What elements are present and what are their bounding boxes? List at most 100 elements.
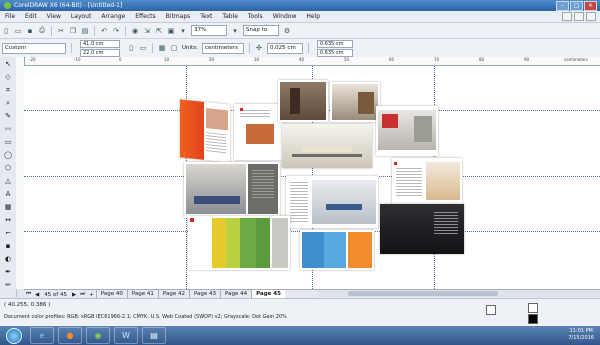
- no-fill-icon[interactable]: [528, 303, 538, 313]
- dimension-tool-icon[interactable]: ↔: [3, 215, 13, 225]
- page-thumbnail[interactable]: [286, 176, 378, 228]
- menu-file[interactable]: File: [0, 13, 20, 20]
- print-icon[interactable]: ⎙: [37, 26, 47, 36]
- open-folder-icon[interactable]: ▭: [13, 26, 23, 36]
- redo-icon[interactable]: ↷: [111, 26, 121, 36]
- corel-icon[interactable]: ◉: [86, 327, 110, 344]
- page-size-fields: 41.0 cm 22.0 cm: [78, 39, 122, 57]
- previous-page-button[interactable]: ◀: [35, 292, 39, 298]
- duplicate-x-field[interactable]: 0.635 cm: [316, 39, 353, 48]
- portrait-icon[interactable]: ▯: [126, 43, 136, 53]
- add-page-button[interactable]: +: [89, 292, 94, 298]
- outline-pen-icon[interactable]: ✏: [3, 280, 13, 290]
- units-label: Units:: [182, 45, 198, 51]
- doc-minimize-button[interactable]: [562, 12, 572, 21]
- landscape-icon[interactable]: ▭: [138, 43, 148, 53]
- first-page-button[interactable]: ⏮: [26, 291, 31, 298]
- ellipse-tool-icon[interactable]: ◯: [3, 150, 13, 160]
- freehand-tool-icon[interactable]: ✎: [3, 111, 13, 121]
- chevron-down-icon[interactable]: ▾: [230, 26, 240, 36]
- next-page-button[interactable]: ▶: [72, 292, 76, 298]
- zoom-level-select[interactable]: 37%: [191, 25, 227, 36]
- page-thumbnail[interactable]: [376, 106, 438, 156]
- menu-layout[interactable]: Layout: [66, 13, 96, 20]
- pick-tool-icon[interactable]: ↖: [3, 59, 13, 69]
- polygon-tool-icon[interactable]: ⬠: [3, 163, 13, 173]
- fill-color-swatch[interactable]: [486, 305, 496, 315]
- cut-icon[interactable]: ✂: [56, 26, 66, 36]
- internet-explorer-icon[interactable]: e: [30, 327, 54, 344]
- eyedropper-icon[interactable]: ✒: [3, 267, 13, 277]
- word-icon[interactable]: W: [114, 327, 138, 344]
- artistic-media-icon[interactable]: 〰: [3, 124, 13, 134]
- doc-restore-button[interactable]: [574, 12, 584, 21]
- menu-bitmaps[interactable]: Bitmaps: [161, 13, 196, 20]
- page-preset-select[interactable]: Custom: [2, 42, 66, 54]
- save-icon[interactable]: ▪: [25, 26, 35, 36]
- minimize-button[interactable]: –: [556, 1, 569, 11]
- new-document-icon[interactable]: ▯: [1, 26, 11, 36]
- page-width-field[interactable]: 41.0 cm: [80, 39, 120, 48]
- all-pages-icon[interactable]: ▦: [157, 43, 167, 53]
- system-tray-clock[interactable]: 11:01 PM 7/15/2016: [568, 328, 594, 342]
- units-select[interactable]: centimeters: [201, 42, 244, 54]
- text-tool-icon[interactable]: A: [3, 189, 13, 199]
- menu-view[interactable]: View: [42, 13, 66, 20]
- page-thumbnail[interactable]: [188, 216, 290, 270]
- basic-shapes-icon[interactable]: △: [3, 176, 13, 186]
- current-page-icon[interactable]: ▢: [169, 43, 179, 53]
- menu-tools[interactable]: Tools: [243, 13, 268, 20]
- maximize-button[interactable]: □: [570, 1, 583, 11]
- import-icon[interactable]: ⇲: [142, 26, 152, 36]
- snap-to-select[interactable]: Snap to: [243, 25, 279, 36]
- undo-icon[interactable]: ↶: [99, 26, 109, 36]
- outline-color-swatch[interactable]: [528, 314, 538, 324]
- page-thumbnail[interactable]: [184, 162, 280, 218]
- scrollbar-thumb[interactable]: [348, 291, 498, 296]
- options-icon[interactable]: ⚙: [282, 26, 292, 36]
- table-tool-icon[interactable]: ▦: [3, 202, 13, 212]
- page-thumbnail[interactable]: [392, 158, 462, 204]
- horizontal-scrollbar[interactable]: [318, 290, 600, 297]
- page-thumbnail[interactable]: [234, 104, 284, 160]
- menu-edit[interactable]: Edit: [20, 13, 42, 20]
- menu-text[interactable]: Text: [195, 13, 217, 20]
- publish-pdf-icon[interactable]: ▣: [166, 26, 176, 36]
- menu-arrange[interactable]: Arrange: [96, 13, 130, 20]
- window-title: CorelDRAW X6 (64-Bit) - [Untitled-1]: [14, 2, 123, 9]
- page-height-field[interactable]: 22.0 cm: [80, 48, 120, 57]
- copy-icon[interactable]: ❐: [68, 26, 78, 36]
- crop-tool-icon[interactable]: ⌗: [3, 85, 13, 95]
- document-icon[interactable]: ▤: [142, 327, 166, 344]
- page-thumbnail[interactable]: [180, 99, 230, 163]
- page-thumbnail[interactable]: [282, 124, 372, 168]
- connector-tool-icon[interactable]: ⌐: [3, 228, 13, 238]
- rectangle-tool-icon[interactable]: ▭: [3, 137, 13, 147]
- shape-tool-icon[interactable]: ◇: [3, 72, 13, 82]
- menu-effects[interactable]: Effects: [130, 13, 160, 20]
- drawing-canvas[interactable]: [24, 66, 600, 289]
- doc-close-button[interactable]: [586, 12, 596, 21]
- duplicate-y-field[interactable]: 0.635 cm: [316, 48, 353, 57]
- nudge-distance-field[interactable]: 0.025 cm: [266, 42, 303, 54]
- paste-icon[interactable]: ▤: [80, 26, 90, 36]
- menu-table[interactable]: Table: [217, 13, 243, 20]
- search-content-icon[interactable]: ◉: [130, 26, 140, 36]
- last-page-button[interactable]: ⏭: [80, 291, 85, 298]
- page-thumbnail[interactable]: [278, 80, 328, 122]
- close-button[interactable]: ×: [584, 1, 597, 11]
- page-thumbnail[interactable]: [300, 230, 374, 270]
- windows-start-icon[interactable]: [6, 327, 22, 344]
- zoom-tool-icon[interactable]: ⌕: [3, 98, 13, 108]
- page-thumbnail[interactable]: [330, 82, 380, 122]
- application-launcher-icon[interactable]: ▾: [178, 26, 188, 36]
- color-profile-info[interactable]: Document color profiles: RGB: sRGB IEC61…: [4, 314, 287, 320]
- menu-help[interactable]: Help: [301, 13, 325, 20]
- ruler-tick: 50: [344, 57, 350, 62]
- drop-shadow-icon[interactable]: ▪: [3, 241, 13, 251]
- firefox-icon[interactable]: ●: [58, 327, 82, 344]
- page-thumbnail[interactable]: [380, 204, 464, 254]
- menu-window[interactable]: Window: [268, 13, 302, 20]
- export-icon[interactable]: ⇱: [154, 26, 164, 36]
- transparency-icon[interactable]: ◐: [3, 254, 13, 264]
